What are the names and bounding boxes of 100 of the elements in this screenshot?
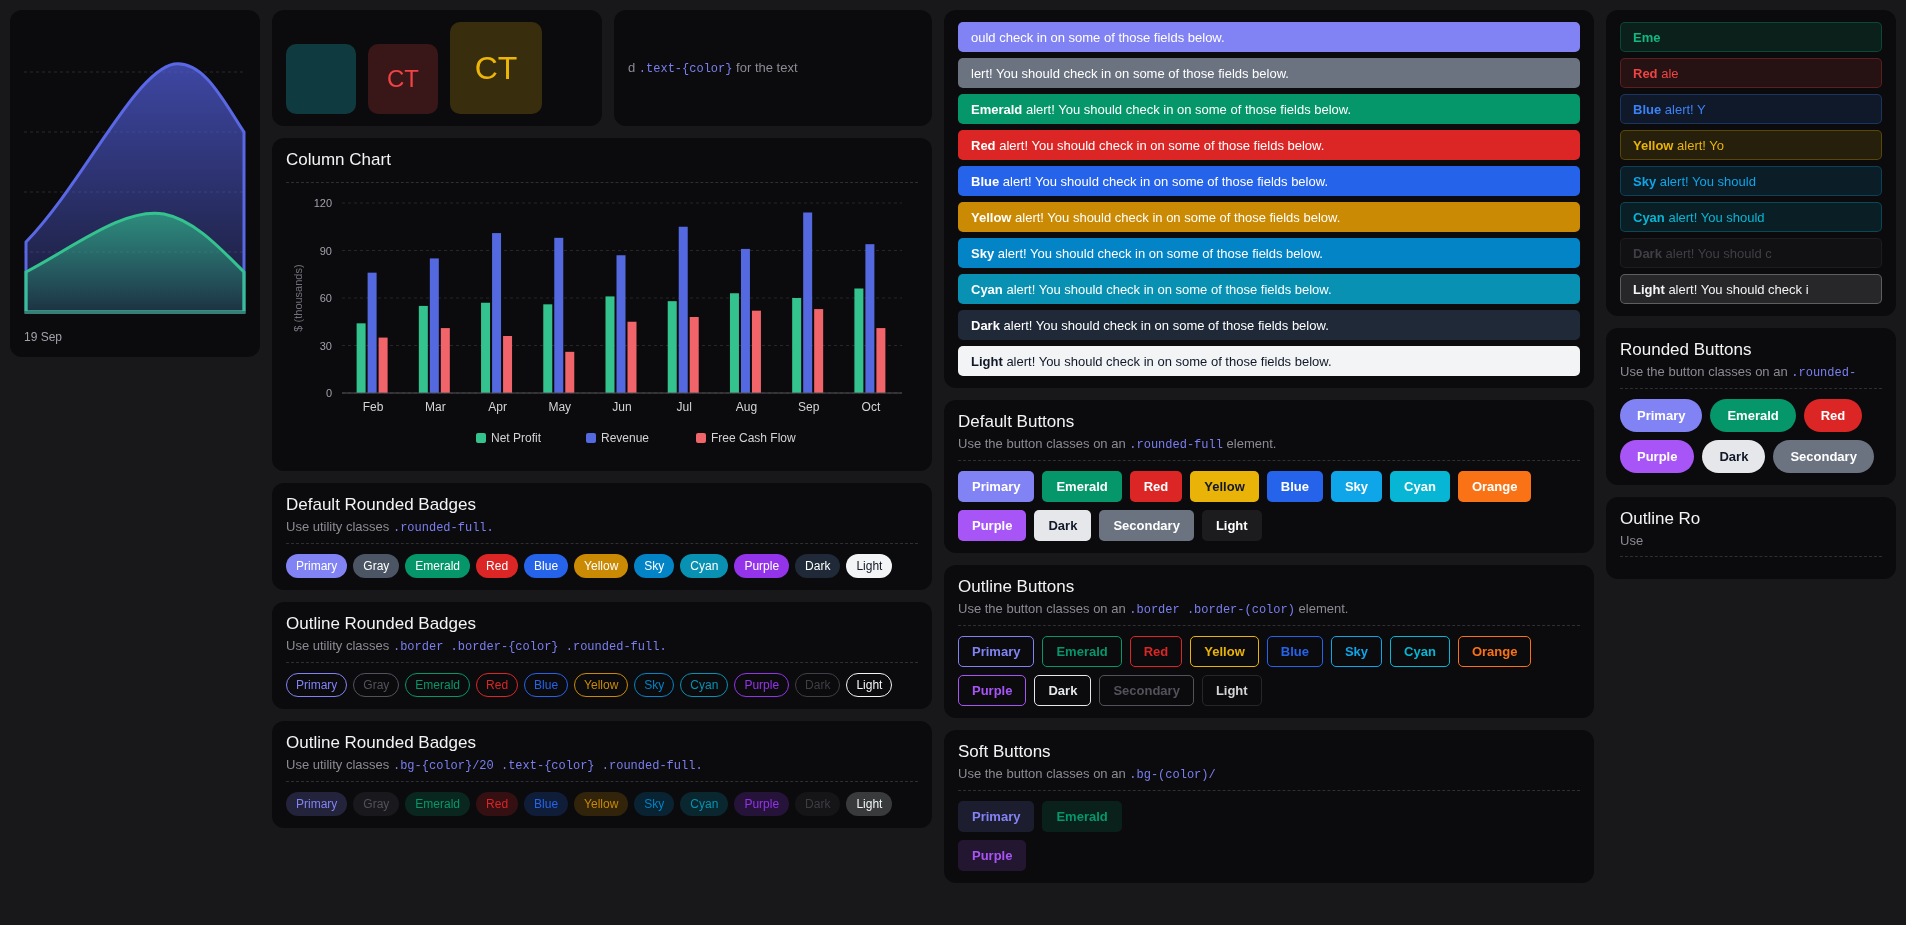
alert-banner: Light alert! You should check in on some of those fields below. <box>958 346 1580 376</box>
legend-item: Revenue <box>586 431 650 445</box>
badge: Sky <box>634 792 675 816</box>
button[interactable]: Cyan <box>1390 471 1450 502</box>
button[interactable]: Orange <box>1457 636 1532 667</box>
button[interactable]: Purple <box>958 510 1027 541</box>
x-tick-label: Mar <box>425 400 446 414</box>
avatar-tile: CT <box>450 22 542 114</box>
card-title: Column Chart <box>286 150 392 170</box>
button[interactable]: Primary <box>1620 399 1703 432</box>
badge: Light <box>846 792 893 816</box>
badge: Cyan <box>680 554 729 578</box>
button[interactable]: Emerald <box>1042 471 1122 502</box>
legend-item: Free Cash Flow <box>696 431 796 445</box>
button[interactable]: Purple <box>958 840 1027 871</box>
badge: Yellow <box>574 554 629 578</box>
x-tick-label: Apr <box>488 400 507 414</box>
legend-label: Net Profit <box>491 431 542 445</box>
badge: Emerald <box>405 554 471 578</box>
button[interactable]: Yellow <box>1190 471 1259 502</box>
button[interactable]: Primary <box>958 636 1035 667</box>
card-title: Outline Buttons <box>958 577 1076 597</box>
x-tick-label: Jun <box>612 400 632 414</box>
button[interactable]: Primary <box>958 801 1035 832</box>
card-title: Outline Rounded Badges <box>286 614 477 634</box>
badge: Blue <box>524 792 569 816</box>
button[interactable]: Orange <box>1457 471 1532 502</box>
button[interactable]: Sky <box>1330 471 1383 502</box>
alert-banner: Cyan alert! You should check in on some of those fields below. <box>958 274 1580 304</box>
button[interactable]: Secondary <box>1773 440 1874 473</box>
button[interactable]: Blue <box>1266 636 1323 667</box>
card-description: Use the button classes on an .bg-(color)/ <box>958 766 1217 782</box>
button[interactable]: Cyan <box>1390 636 1450 667</box>
legend-label: Free Cash Flow <box>711 431 797 445</box>
y-axis-title: $ (thousands) <box>292 264 304 332</box>
button[interactable]: Dark <box>1702 440 1766 473</box>
button[interactable]: Dark <box>1034 510 1092 541</box>
card-description: Use utility classes .bg-{color}/20 .text-{color} .rounded-full. <box>286 757 704 773</box>
button[interactable]: Dark <box>1034 675 1092 706</box>
button[interactable]: Secondary <box>1099 675 1194 706</box>
card-description: Use utility classes .border .border-{color} .rounded-full. <box>286 638 668 654</box>
button[interactable]: Purple <box>958 675 1027 706</box>
card-description: Use utility classes .rounded-full. <box>286 519 495 535</box>
card-title: Outline Rounded Badges <box>286 733 477 753</box>
button[interactable]: Primary <box>958 471 1035 502</box>
badge: Gray <box>353 792 400 816</box>
button[interactable]: Emerald <box>1042 636 1122 667</box>
badge: Blue <box>524 554 569 578</box>
x-tick-label: Jul <box>676 400 692 414</box>
legend-item: Net Profit <box>476 431 541 445</box>
y-tick-label: 60 <box>319 292 332 304</box>
button[interactable]: Emerald <box>1710 399 1796 432</box>
badge: Red <box>476 792 519 816</box>
badge: Yellow <box>574 792 629 816</box>
x-tick-label: Sep <box>798 400 820 414</box>
card-title: Rounded Buttons <box>1620 340 1753 360</box>
alert-banner: lert! You should check in on some of those fields below. <box>958 58 1580 88</box>
button[interactable]: Sky <box>1330 636 1383 667</box>
badge: Purple <box>734 554 790 578</box>
badge: Purple <box>734 792 790 816</box>
card-title: Default Rounded Badges <box>286 495 477 515</box>
alert-banner: Blue alert! You should check in on some of those fields below. <box>958 166 1580 196</box>
button[interactable]: Red <box>1803 399 1863 432</box>
alert-banner: Blue alert! Y <box>1620 94 1882 124</box>
avatar-tile: CT <box>368 44 438 114</box>
button[interactable]: Yellow <box>1190 636 1259 667</box>
x-tick-label: Aug <box>735 400 758 414</box>
badge: Light <box>846 554 893 578</box>
button[interactable]: Emerald <box>1042 801 1122 832</box>
card-title: Soft Buttons <box>958 742 1052 762</box>
y-tick-label: 0 <box>325 387 332 399</box>
x-tick-label: Oct <box>861 400 881 414</box>
button[interactable]: Blue <box>1266 471 1323 502</box>
legend-label: Revenue <box>601 431 650 445</box>
alert-banner: Eme <box>1620 22 1882 52</box>
y-tick-label: 120 <box>313 197 332 209</box>
card-description: Use the button classes on an .rounded- <box>1620 364 1858 380</box>
button[interactable]: Purple <box>1620 440 1695 473</box>
alert-banner: Cyan alert! You should <box>1620 202 1882 232</box>
button[interactable]: Red <box>1129 471 1183 502</box>
y-tick-label: 90 <box>319 244 332 257</box>
badge: Gray <box>353 554 400 578</box>
button[interactable]: Light <box>1201 510 1262 541</box>
card-description: Use the button classes on an .border .border-(color) element. <box>958 601 1350 617</box>
button[interactable]: Light <box>1201 675 1262 706</box>
y-tick-label: 30 <box>319 339 332 352</box>
card-title: Default Buttons <box>958 412 1076 432</box>
alert-banner: Sky alert! You should check in on some of those fields below. <box>958 238 1580 268</box>
badge: Emerald <box>405 792 471 816</box>
alert-banner: Red alert! You should check in on some of those fields below. <box>958 130 1580 160</box>
x-tick-label: May <box>548 400 572 414</box>
card-description: d .text-{color} for the text <box>628 60 798 76</box>
badge: Cyan <box>680 792 729 816</box>
alert-banner: Light alert! You should check i <box>1620 274 1882 304</box>
alert-banner: Yellow alert! You should check in on some of those fields below. <box>958 202 1580 232</box>
alert-banner: Yellow alert! Yo <box>1620 130 1882 160</box>
card-description: Use the button classes on an .rounded-full element. <box>958 436 1278 452</box>
button[interactable]: Red <box>1129 636 1183 667</box>
alert-banner: Emerald alert! You should check in on some of those fields below. <box>958 94 1580 124</box>
button[interactable]: Secondary <box>1099 510 1194 541</box>
